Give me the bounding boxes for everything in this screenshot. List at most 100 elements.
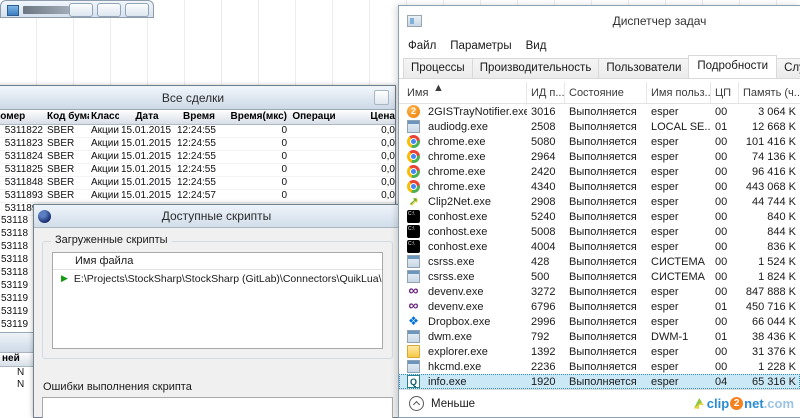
process-name: chrome.exe <box>424 136 485 148</box>
details-column-header[interactable]: ИД п... <box>527 82 565 103</box>
process-row[interactable]: chrome.exe5080Выполняетсяesper00101 416 … <box>399 134 800 149</box>
trades-column-header[interactable]: Код бумаг <box>45 110 89 124</box>
details-column-header[interactable]: Состояние <box>565 82 647 103</box>
groupbox-label: Загруженные скрипты <box>51 234 172 246</box>
process-name: conhost.exe <box>424 241 487 253</box>
process-row[interactable]: csrss.exe500ВыполняетсяСИСТЕМА001 824 K <box>399 269 800 284</box>
process-row[interactable]: devenv.exe6796Выполняетсяesper01450 716 … <box>399 299 800 314</box>
process-cpu: 00 <box>711 346 739 358</box>
process-row[interactable]: chrome.exe2420Выполняетсяesper0096 416 K <box>399 164 800 179</box>
trades-row[interactable]: 5311822SBERАкции 1-гс15.01.201512:24:550… <box>0 125 395 138</box>
details-column-header[interactable]: Память (ч... <box>739 82 800 103</box>
process-row[interactable]: 2GISTrayNotifier.exe3016Выполняетсяesper… <box>399 104 800 119</box>
trades-row[interactable]: 5311823SBERАкции 1-гс15.01.201512:24:550… <box>0 138 395 151</box>
process-status: Выполняется <box>565 331 647 343</box>
process-row[interactable]: conhost.exe4004Выполняетсяesper00836 K <box>399 239 800 254</box>
dialog-titlebar[interactable]: Доступные скрипты <box>34 205 399 228</box>
process-cpu: 00 <box>711 151 739 163</box>
process-user: esper <box>647 226 711 238</box>
trades-column-header[interactable]: Класс <box>89 110 119 124</box>
errors-box[interactable] <box>42 397 393 418</box>
menu-item-файл[interactable]: Файл <box>408 40 436 52</box>
tab-производительность[interactable]: Производительность <box>472 58 600 78</box>
tab-процессы[interactable]: Процессы <box>403 58 473 78</box>
process-status: Выполняется <box>565 316 647 328</box>
taskmgr-titlebar[interactable]: Диспетчер задач <box>399 6 800 36</box>
trades-cell: 12:24:55 <box>175 151 223 163</box>
tab-службы[interactable]: Службы <box>776 58 800 78</box>
process-status: Выполняется <box>565 121 647 133</box>
process-row[interactable]: audiodg.exe2508ВыполняетсяLOCAL SE...011… <box>399 119 800 134</box>
menu-item-параметры[interactable]: Параметры <box>450 40 511 52</box>
process-row[interactable]: dwm.exe792ВыполняетсяDWM-10138 436 K <box>399 329 800 344</box>
maximize-button[interactable] <box>97 3 121 17</box>
process-pid: 3272 <box>527 286 565 298</box>
process-memory: 840 K <box>739 211 800 223</box>
script-list-item[interactable]: ▶ E:\Projects\StockSharp\StockSharp (Git… <box>53 270 382 287</box>
process-pid: 1392 <box>527 346 565 358</box>
menu-item-вид[interactable]: Вид <box>526 40 547 52</box>
process-user: esper <box>647 286 711 298</box>
watermark-text: net <box>744 396 764 411</box>
details-column-header[interactable]: Имя польз... <box>647 82 711 103</box>
trades-column-header[interactable]: Время <box>175 110 223 124</box>
trades-cell: 15.01.2015 <box>119 164 175 176</box>
trades-column-header[interactable]: Номер <box>0 110 45 124</box>
window-icon <box>407 330 420 343</box>
details-column-header[interactable]: Имя <box>403 82 527 103</box>
trades-cell: 15.01.2015 <box>119 138 175 150</box>
filename-column-header[interactable]: Имя файла <box>53 253 382 270</box>
process-status: Выполняется <box>565 136 647 148</box>
process-row[interactable]: info.exe1920Выполняетсяesper0465 316 K <box>399 374 800 389</box>
process-row[interactable]: devenv.exe3272Выполняетсяesper00847 888 … <box>399 284 800 299</box>
fewer-details-button[interactable]: Меньше <box>431 398 475 410</box>
process-user: esper <box>647 376 711 388</box>
process-row[interactable]: chrome.exe2964Выполняетсяesper0074 136 K <box>399 149 800 164</box>
trades-cell: 12:24:55 <box>175 177 223 189</box>
trades-row[interactable]: 5311825SBERАкции 1-гс15.01.201512:24:550… <box>0 164 395 177</box>
window-button[interactable] <box>374 90 389 105</box>
process-name: hkcmd.exe <box>424 361 481 373</box>
process-status: Выполняется <box>565 181 647 193</box>
scripts-list[interactable]: Имя файла ▶ E:\Projects\StockSharp\Stock… <box>52 252 383 349</box>
process-memory: 74 136 K <box>739 151 800 163</box>
trades-header-row[interactable]: НомерКод бумагКлассДатаВремяВремя(мкс)Оп… <box>0 110 395 125</box>
process-cpu: 00 <box>711 166 739 178</box>
process-memory: 1 824 K <box>739 271 800 283</box>
trades-column-header[interactable]: Цена <box>339 110 397 124</box>
trades-column-header[interactable]: Время(мкс) <box>223 110 289 124</box>
trades-column-header[interactable]: Дата <box>119 110 175 124</box>
process-name: 2GISTrayNotifier.exe <box>424 106 527 118</box>
details-column-header[interactable]: ЦП <box>711 82 739 103</box>
conhost-icon <box>407 225 420 238</box>
chevron-up-icon[interactable] <box>409 396 424 411</box>
process-status: Выполняется <box>565 211 647 223</box>
process-row[interactable]: conhost.exe5008Выполняетсяesper00844 K <box>399 224 800 239</box>
process-row[interactable]: Dropbox.exe2996Выполняетсяesper0066 044 … <box>399 314 800 329</box>
trades-cell: SBER <box>45 164 89 176</box>
process-row[interactable]: hkcmd.exe2236Выполняетсяesper001 228 K <box>399 359 800 374</box>
trades-row[interactable]: 5311824SBERАкции 1-гс15.01.201512:24:550… <box>0 151 395 164</box>
close-button[interactable] <box>125 3 149 17</box>
process-row[interactable]: csrss.exe428ВыполняетсяСИСТЕМА001 524 K <box>399 254 800 269</box>
process-memory: 44 744 K <box>739 196 800 208</box>
process-name-cell: chrome.exe <box>403 135 527 148</box>
trades-row[interactable]: 5311893SBERАкции 1-гс15.01.201512:24:570… <box>0 190 395 203</box>
trades-column-header[interactable]: Операци <box>289 110 339 124</box>
clip2net-icon <box>407 195 420 208</box>
trades-cell: Акции 1-гс <box>89 125 119 137</box>
trades-row[interactable]: 5311848SBERАкции 1-гс15.01.201512:24:550… <box>0 177 395 190</box>
taskmgr-title: Диспетчер задач <box>399 14 800 28</box>
process-row[interactable]: conhost.exe5240Выполняетсяesper00840 K <box>399 209 800 224</box>
process-row[interactable]: chrome.exe4340Выполняетсяesper00443 068 … <box>399 179 800 194</box>
process-pid: 5008 <box>527 226 565 238</box>
trades-titlebar[interactable]: Все сделки <box>0 86 395 110</box>
background-window-titlebar[interactable] <box>0 0 154 18</box>
process-name: conhost.exe <box>424 226 487 238</box>
process-row[interactable]: explorer.exe1392Выполняетсяesper0031 376… <box>399 344 800 359</box>
process-cpu: 00 <box>711 241 739 253</box>
tab-подробности[interactable]: Подробности <box>688 55 777 78</box>
process-row[interactable]: Clip2Net.exe2908Выполняетсяesper0044 744… <box>399 194 800 209</box>
minimize-button[interactable] <box>69 3 93 17</box>
tab-пользователи[interactable]: Пользователи <box>598 58 689 78</box>
